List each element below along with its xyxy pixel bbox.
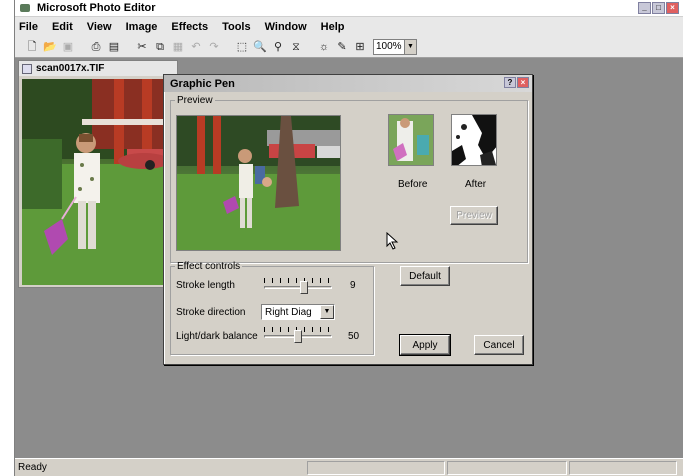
dialog-controls: ? ×	[504, 77, 529, 88]
open-icon[interactable]: 📂	[43, 40, 57, 54]
status-text: Ready	[18, 462, 47, 473]
menu-file[interactable]: File	[19, 21, 38, 33]
slider-thumb[interactable]	[294, 330, 302, 343]
graphic-pen-dialog: Graphic Pen ? × Preview Before After Pre…	[163, 74, 533, 365]
dialog-titlebar[interactable]: Graphic Pen ? ×	[164, 75, 532, 92]
status-cell	[307, 460, 445, 475]
default-button[interactable]: Default	[400, 266, 450, 286]
maximize-button[interactable]: □	[652, 2, 665, 14]
filter-icon[interactable]: ⧖	[289, 40, 303, 54]
document-icon	[22, 63, 32, 74]
copy-icon[interactable]: ⧉	[153, 40, 167, 54]
after-label: After	[465, 179, 487, 190]
minimize-button[interactable]: _	[638, 2, 651, 14]
cut-icon[interactable]: ✂	[135, 40, 149, 54]
new-icon[interactable]: 🗋	[25, 40, 39, 54]
effect-controls-label: Effect controls	[177, 261, 241, 272]
title-bar: Microsoft Photo Editor _ □ ×	[15, 0, 683, 17]
before-illustration	[389, 115, 433, 165]
mouse-pointer-icon	[386, 232, 399, 250]
zoom-select[interactable]: 100% ▼	[373, 38, 417, 55]
status-cell	[447, 460, 567, 475]
balance-slider[interactable]	[264, 327, 332, 343]
app-icon	[19, 2, 31, 14]
slider-track	[264, 286, 332, 289]
close-button[interactable]: ×	[666, 2, 679, 14]
stamp-icon[interactable]: ⚲	[271, 40, 285, 54]
image-window-title: scan0017x.TIF	[36, 63, 105, 74]
slider-ticks	[264, 278, 332, 283]
menu-image[interactable]: Image	[126, 21, 158, 33]
paste-icon[interactable]: ▦	[171, 40, 185, 54]
photo-canvas[interactable]	[22, 79, 174, 285]
window-title: Microsoft Photo Editor	[37, 2, 156, 14]
photo-illustration	[22, 79, 174, 285]
slider-thumb[interactable]	[300, 281, 308, 294]
sun-icon[interactable]: ☼	[317, 40, 331, 54]
status-cell	[569, 460, 677, 475]
menu-bar: File Edit View Image Effects Tools Windo…	[15, 17, 683, 36]
stroke-length-value: 9	[350, 280, 356, 291]
stroke-length-label: Stroke length	[176, 280, 235, 291]
menu-window[interactable]: Window	[265, 21, 307, 33]
print-icon[interactable]: ⎙	[89, 40, 103, 54]
apply-button[interactable]: Apply	[399, 334, 451, 356]
chevron-down-icon[interactable]: ▼	[320, 305, 334, 319]
dialog-close-button[interactable]: ×	[517, 77, 529, 88]
stroke-direction-select[interactable]: Right Diag ▼	[261, 304, 335, 320]
preview-group-label: Preview	[177, 95, 213, 106]
text-icon[interactable]: ⊞	[353, 40, 367, 54]
preview-illustration	[177, 116, 340, 250]
menu-edit[interactable]: Edit	[52, 21, 73, 33]
dialog-title: Graphic Pen	[170, 77, 235, 90]
stroke-length-slider[interactable]	[264, 278, 332, 294]
after-thumbnail	[451, 114, 497, 166]
status-bar: Ready	[15, 458, 683, 476]
before-thumbnail	[388, 114, 434, 166]
image-window[interactable]: scan0017x.TIF	[18, 60, 178, 288]
undo-icon[interactable]: ↶	[189, 40, 203, 54]
toolbar: 🗋 📂 ▣ ⎙ ▤ ✂ ⧉ ▦ ↶ ↷ ⬚ 🔍 ⚲ ⧖ ☼ ✎ ⊞ 100% ▼	[15, 36, 683, 58]
redo-icon[interactable]: ↷	[207, 40, 221, 54]
before-label: Before	[398, 179, 428, 190]
stroke-direction-value: Right Diag	[265, 306, 312, 318]
help-button[interactable]: ?	[504, 77, 516, 88]
balance-label: Light/dark balance	[176, 331, 258, 342]
balance-value: 50	[348, 331, 360, 342]
preview-button[interactable]: Preview	[450, 206, 498, 225]
chevron-down-icon[interactable]: ▼	[404, 39, 416, 54]
zoom-value: 100%	[376, 41, 402, 52]
menu-effects[interactable]: Effects	[171, 21, 208, 33]
menu-help[interactable]: Help	[321, 21, 345, 33]
select-icon[interactable]: ⬚	[235, 40, 249, 54]
after-illustration	[452, 115, 496, 165]
menu-view[interactable]: View	[87, 21, 112, 33]
preview-image	[176, 115, 341, 251]
scan-icon[interactable]: ▤	[107, 40, 121, 54]
image-window-titlebar[interactable]: scan0017x.TIF	[19, 61, 177, 76]
save-icon[interactable]: ▣	[61, 40, 75, 54]
zoom-icon[interactable]: 🔍	[253, 40, 267, 54]
menu-tools[interactable]: Tools	[222, 21, 251, 33]
stroke-direction-label: Stroke direction	[176, 307, 246, 318]
cancel-button[interactable]: Cancel	[474, 335, 524, 355]
window-controls: _ □ ×	[638, 2, 679, 14]
pen-icon[interactable]: ✎	[335, 40, 349, 54]
